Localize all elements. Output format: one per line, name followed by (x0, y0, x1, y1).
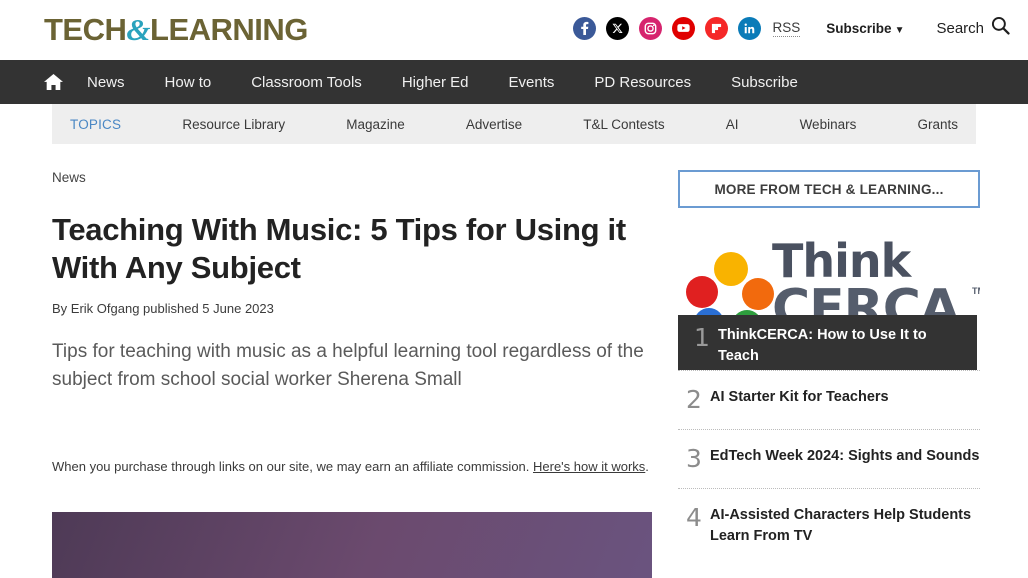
logo-dot-yellow (714, 252, 748, 286)
nav-item-subscribe[interactable]: Subscribe (711, 74, 818, 91)
rank-number: 2 (686, 385, 702, 414)
page-body: News Teaching With Music: 5 Tips for Usi… (0, 170, 1028, 578)
affiliate-period: . (645, 459, 649, 474)
logo-dot-orange (742, 278, 774, 310)
rank-number: 1 (694, 323, 710, 352)
topics-bar: TOPICS Resource Library Magazine Adverti… (52, 104, 976, 144)
logo-ampersand: & (126, 12, 151, 47)
rank-title: EdTech Week 2024: Sights and Sounds (710, 448, 980, 464)
breadcrumb[interactable]: News (52, 170, 652, 185)
masthead-right: RSS Subscribe ▼ Search (572, 16, 1010, 40)
linkedin-icon[interactable] (737, 16, 761, 40)
rss-link[interactable]: RSS (772, 20, 801, 37)
article-column: News Teaching With Music: 5 Tips for Usi… (52, 170, 652, 578)
nav-item-higher-ed[interactable]: Higher Ed (382, 74, 489, 91)
nav-item-pd-resources[interactable]: PD Resources (574, 74, 711, 91)
page-title: Teaching With Music: 5 Tips for Using it… (52, 212, 626, 285)
topic-tl-contests[interactable]: T&L Contests (583, 117, 664, 132)
sidebar-rank-list: 2 AI Starter Kit for Teachers 3 EdTech W… (678, 370, 980, 563)
subscribe-label: Subscribe (826, 20, 892, 36)
search-icon (991, 16, 1010, 40)
sidebar-rank-item-3[interactable]: 3 EdTech Week 2024: Sights and Sounds (678, 429, 980, 488)
sidebar-promo-card[interactable]: Think CERCA TM 1 ThinkCERCA: How to Use … (678, 220, 980, 370)
social-links (572, 16, 761, 40)
main-navigation: News How to Classroom Tools Higher Ed Ev… (0, 60, 1028, 104)
rank-title: AI Starter Kit for Teachers (710, 389, 889, 405)
flipboard-icon[interactable] (704, 16, 728, 40)
sidebar-rank-item-4[interactable]: 4 AI-Assisted Characters Help Students L… (678, 488, 980, 563)
nav-item-events[interactable]: Events (489, 74, 575, 91)
topic-ai[interactable]: AI (726, 117, 739, 132)
logo-text-tech: TECH (44, 12, 127, 47)
article-hero-image (52, 512, 652, 578)
masthead: TECH&LEARNING RSS Subscribe ▼ Search (0, 0, 1028, 60)
logo-text-learning: LEARNING (150, 12, 308, 47)
sidebar-rank-item-1[interactable]: 1 ThinkCERCA: How to Use It to Teach (678, 315, 977, 370)
affiliate-text: When you purchase through links on our s… (52, 459, 533, 474)
search-button[interactable]: Search (936, 16, 1010, 40)
subscribe-dropdown[interactable]: Subscribe ▼ (826, 21, 904, 36)
chevron-down-icon: ▼ (894, 24, 905, 36)
affiliate-disclaimer: When you purchase through links on our s… (52, 458, 652, 476)
topic-resource-library[interactable]: Resource Library (182, 117, 285, 132)
home-icon[interactable] (44, 73, 63, 91)
site-logo[interactable]: TECH&LEARNING (44, 14, 308, 46)
topics-label[interactable]: TOPICS (70, 117, 121, 132)
facebook-icon[interactable] (572, 16, 596, 40)
logo-dot-red (686, 276, 718, 308)
affiliate-link[interactable]: Here's how it works (533, 459, 645, 474)
topic-grants[interactable]: Grants (917, 117, 958, 132)
topic-webinars[interactable]: Webinars (800, 117, 857, 132)
topic-magazine[interactable]: Magazine (346, 117, 405, 132)
article-standfirst: Tips for teaching with music as a helpfu… (52, 341, 644, 390)
article-byline: By Erik Ofgang published 5 June 2023 (52, 301, 274, 316)
rank-number: 3 (686, 444, 702, 473)
nav-item-how-to[interactable]: How to (145, 74, 232, 91)
rank-number: 4 (686, 503, 702, 532)
x-twitter-icon[interactable] (605, 16, 629, 40)
instagram-icon[interactable] (638, 16, 662, 40)
sidebar-rank-item-2[interactable]: 2 AI Starter Kit for Teachers (678, 370, 980, 429)
topic-advertise[interactable]: Advertise (466, 117, 522, 132)
rank-title: ThinkCERCA: How to Use It to Teach (718, 327, 927, 364)
nav-item-news[interactable]: News (87, 74, 145, 91)
nav-item-classroom-tools[interactable]: Classroom Tools (231, 74, 382, 91)
youtube-icon[interactable] (671, 16, 695, 40)
sidebar-header-label: MORE FROM TECH & LEARNING... (714, 181, 944, 197)
sidebar-header: MORE FROM TECH & LEARNING... (678, 170, 980, 208)
rank-title: AI-Assisted Characters Help Students Lea… (710, 507, 972, 544)
search-label: Search (936, 19, 984, 37)
sidebar: MORE FROM TECH & LEARNING... Think CERCA… (678, 170, 980, 578)
trademark-symbol: TM (972, 286, 980, 296)
